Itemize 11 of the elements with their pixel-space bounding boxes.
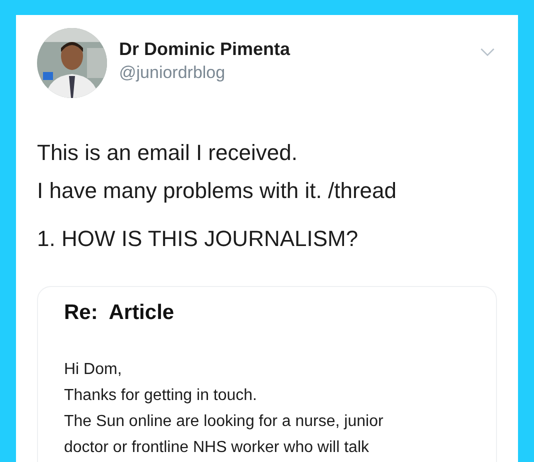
email-text: doctor or frontline NHS worker who will talk	[64, 438, 370, 458]
email-subject: Re: Article	[64, 300, 176, 326]
tweet-text: This is an email I received.	[37, 139, 298, 167]
email-text: The Sun online are looking for a nurse, junior	[64, 412, 384, 432]
author-name: Dr Dominic Pimenta	[119, 38, 290, 61]
email-text: Thanks for getting in touch.	[64, 386, 258, 406]
author-handle: @juniordrblog	[119, 62, 226, 84]
tweet-text: 1. HOW IS THIS JOURNALISM?	[37, 225, 360, 253]
chevron-down-icon[interactable]	[480, 48, 495, 57]
tweet-text: I have many problems with it. /thread	[37, 177, 398, 205]
email-text: Hi Dom,	[64, 360, 123, 380]
